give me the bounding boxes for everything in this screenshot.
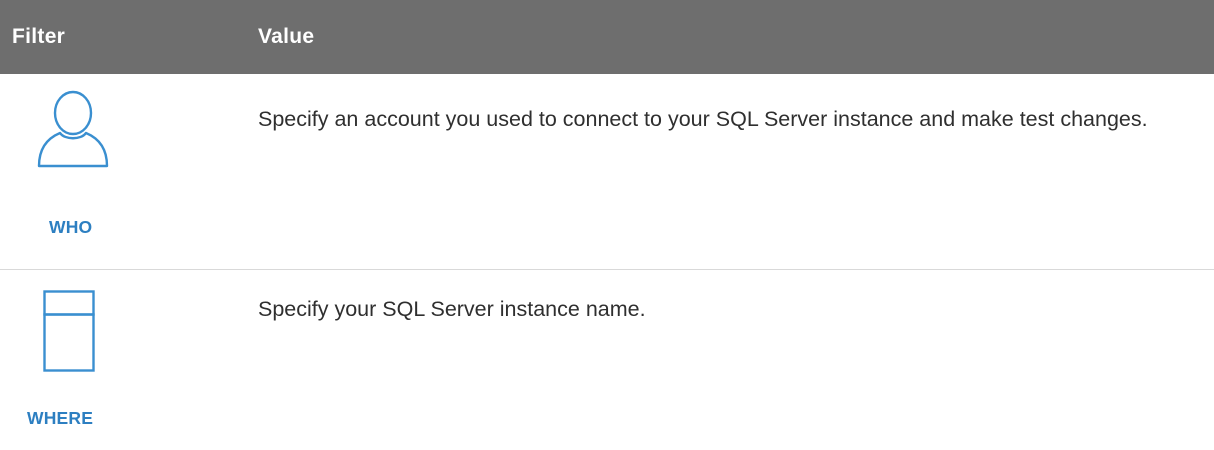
header-value: Value bbox=[258, 25, 315, 48]
filter-table: Filter Value WHO Specify an account you … bbox=[0, 0, 1214, 450]
person-icon bbox=[37, 90, 109, 168]
filter-label-where: WHERE bbox=[27, 408, 94, 428]
table-header: Filter Value bbox=[0, 0, 1214, 74]
value-cell-where: Specify your SQL Server instance name. bbox=[258, 297, 646, 321]
table-row-where: WHERE Specify your SQL Server instance n… bbox=[0, 270, 1214, 450]
header-filter: Filter bbox=[12, 25, 66, 48]
filter-cell-where: WHERE bbox=[0, 270, 258, 450]
filter-cell-who: WHO bbox=[0, 74, 258, 269]
server-icon bbox=[43, 290, 95, 372]
value-cell-who: Specify an account you used to connect t… bbox=[258, 107, 1148, 131]
table-row-who: WHO Specify an account you used to conne… bbox=[0, 74, 1214, 270]
filter-label-who: WHO bbox=[49, 217, 93, 237]
